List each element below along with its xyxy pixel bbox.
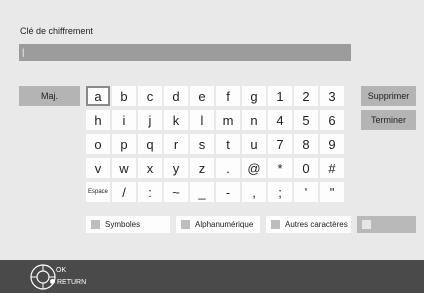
footer-bar: OK RETURN	[0, 260, 424, 293]
keyboard-key[interactable]: f	[216, 86, 240, 106]
keyboard-key[interactable]: q	[138, 134, 162, 154]
keyboard-key[interactable]: g	[242, 86, 266, 106]
keyboard-key[interactable]: x	[138, 158, 162, 178]
keyboard-key[interactable]: p	[112, 134, 136, 154]
finish-button[interactable]: Terminer	[361, 110, 416, 130]
keyboard-key[interactable]: ~	[164, 182, 188, 202]
mode-empty-button[interactable]	[357, 216, 416, 233]
return-text: RETURN	[57, 279, 87, 286]
keyboard-key[interactable]: t	[216, 134, 240, 154]
mode-indicator-icon	[271, 220, 280, 229]
keyboard-key[interactable]: 4	[268, 110, 292, 130]
keyboard-key[interactable]: _	[190, 182, 214, 202]
keyboard-key[interactable]: Espace	[86, 182, 110, 202]
keyboard-key[interactable]: m	[216, 110, 240, 130]
encryption-key-input[interactable]: |	[19, 44, 351, 61]
delete-button[interactable]: Supprimer	[361, 86, 416, 106]
keyboard-key[interactable]: h	[86, 110, 110, 130]
keyboard-key[interactable]: 8	[294, 134, 318, 154]
keyboard-key[interactable]: r	[164, 134, 188, 154]
keyboard-key[interactable]: #	[320, 158, 344, 178]
keyboard-key[interactable]: .	[216, 158, 240, 178]
keyboard-key[interactable]: o	[86, 134, 110, 154]
keyboard-key[interactable]: :	[138, 182, 162, 202]
keyboard-key[interactable]: k	[164, 110, 188, 130]
keyboard-key[interactable]: j	[138, 110, 162, 130]
mode-indicator-icon	[91, 220, 100, 229]
keyboard-key[interactable]: l	[190, 110, 214, 130]
dialog-title: Clé de chiffrement	[20, 26, 93, 36]
keyboard-key[interactable]: 7	[268, 134, 292, 154]
keyboard-key[interactable]: 5	[294, 110, 318, 130]
mode-label: Symboles	[105, 220, 141, 229]
keyboard-key[interactable]: n	[242, 110, 266, 130]
keyboard-key[interactable]: @	[242, 158, 266, 178]
keyboard-key[interactable]: i	[112, 110, 136, 130]
keyboard-key[interactable]: 6	[320, 110, 344, 130]
mode-other-chars-button[interactable]: Autres caractères	[266, 216, 351, 233]
return-dot-icon	[50, 279, 55, 284]
mode-label: Alphanumérique	[195, 220, 254, 229]
keyboard-key[interactable]: c	[138, 86, 162, 106]
keyboard-key[interactable]: 9	[320, 134, 344, 154]
return-label: RETURN	[50, 279, 86, 286]
keyboard-key[interactable]: *	[268, 158, 292, 178]
remote-dial-icon	[30, 264, 56, 290]
mode-indicator-icon	[362, 220, 371, 229]
keyboard-key[interactable]: b	[112, 86, 136, 106]
keyboard-key[interactable]: /	[112, 182, 136, 202]
keyboard-key[interactable]: 2	[294, 86, 318, 106]
mode-alphanumeric-button[interactable]: Alphanumérique	[176, 216, 260, 233]
shift-button[interactable]: Maj.	[19, 86, 80, 106]
keyboard-key[interactable]: a	[86, 86, 110, 106]
keyboard-key[interactable]: -	[216, 182, 240, 202]
keyboard-key[interactable]: e	[190, 86, 214, 106]
keyboard-key[interactable]: '	[294, 182, 318, 202]
keyboard-key[interactable]: 1	[268, 86, 292, 106]
mode-label: Autres caractères	[285, 220, 348, 229]
keyboard-key[interactable]: ,	[242, 182, 266, 202]
ok-label: OK	[56, 267, 67, 274]
keyboard-key[interactable]: v	[86, 158, 110, 178]
keyboard-key[interactable]: "	[320, 182, 344, 202]
keyboard-key[interactable]: 0	[294, 158, 318, 178]
keyboard-key[interactable]: ;	[268, 182, 292, 202]
keyboard-key[interactable]: u	[242, 134, 266, 154]
keyboard-key[interactable]: s	[190, 134, 214, 154]
mode-symbols-button[interactable]: Symboles	[86, 216, 170, 233]
keyboard-key[interactable]: y	[164, 158, 188, 178]
mode-indicator-icon	[181, 220, 190, 229]
keyboard-key[interactable]: w	[112, 158, 136, 178]
on-screen-keyboard: a b c d e f g 1 2 3 h i j k l m n 4 5 6 o p q r s t u 7 8 9 v w x y z. @ * 0 #…	[86, 86, 344, 202]
keyboard-key[interactable]: 3	[320, 86, 344, 106]
keyboard-key[interactable]: z	[190, 158, 214, 178]
keyboard-key[interactable]: d	[164, 86, 188, 106]
